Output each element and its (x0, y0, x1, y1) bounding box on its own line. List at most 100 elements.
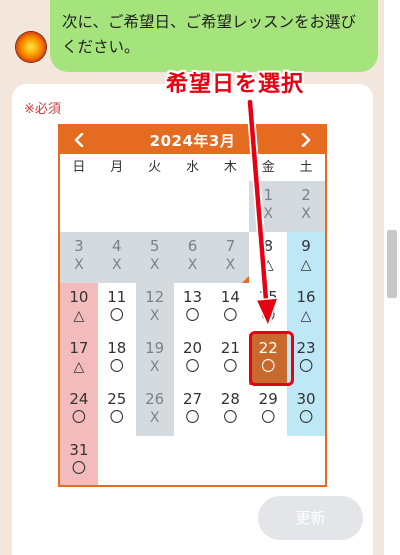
calendar-day-2: 2X (287, 181, 325, 232)
calendar-day-10[interactable]: 10 △ (60, 283, 98, 334)
calendar-empty-cell (287, 436, 325, 485)
day-number: 20 (182, 339, 203, 357)
availability-mark: X (74, 257, 84, 273)
availability-mark: X (187, 257, 198, 273)
calendar-empty-cell (97, 181, 136, 232)
day-number: 29 (258, 390, 278, 408)
day-number: 14 (220, 288, 240, 306)
availability-mark: 〇 (261, 410, 276, 426)
weekday-row: 日 月 火 水 木 金 土 (60, 154, 325, 181)
calendar-day-30[interactable]: 30 〇 (287, 385, 325, 436)
calendar-day-28[interactable]: 28 〇 (211, 385, 250, 436)
calendar-day-12: 12 X (135, 283, 174, 334)
next-month-button[interactable] (295, 129, 317, 151)
calendar-day-26: 26 X (135, 385, 174, 436)
day-number: 3 (74, 237, 84, 255)
calendar-day-14[interactable]: 14 〇 (211, 283, 250, 334)
day-number: 30 (296, 390, 316, 408)
calendar-empty-cell (173, 181, 212, 232)
prev-month-button[interactable] (68, 129, 90, 151)
calendar-day-13[interactable]: 13 〇 (173, 283, 212, 334)
availability-mark: X (149, 308, 160, 324)
availability-mark: 〇 (71, 410, 86, 426)
calendar-day-16[interactable]: 16 △ (287, 283, 325, 334)
availability-mark: X (149, 359, 160, 375)
weekday-thu: 木 (223, 160, 237, 175)
availability-mark: 〇 (185, 410, 200, 426)
calendar-empty-cell (135, 181, 174, 232)
calendar-day-25[interactable]: 25 〇 (97, 385, 136, 436)
day-number: 23 (296, 339, 316, 357)
availability-mark: 〇 (223, 308, 238, 324)
day-number: 13 (182, 288, 203, 306)
weekday-wed: 水 (185, 160, 199, 175)
day-number: 10 (69, 288, 89, 306)
availability-mark: △ (262, 257, 274, 273)
weekday-tue: 火 (148, 160, 162, 175)
calendar-day-5: 5X (135, 232, 174, 283)
calendar-day-22[interactable]: 22 〇 (249, 334, 288, 385)
day-number: 2 (301, 186, 311, 204)
availability-mark: △ (300, 257, 312, 273)
day-number: 25 (107, 390, 127, 408)
day-number: 19 (145, 339, 165, 357)
availability-mark: 〇 (299, 410, 314, 426)
availability-mark: X (149, 410, 160, 426)
day-number: 24 (69, 390, 89, 408)
calendar-day-9[interactable]: 9 △ (287, 232, 325, 283)
day-number: 27 (182, 390, 203, 408)
availability-mark: 〇 (71, 461, 86, 477)
day-number: 16 (296, 288, 316, 306)
calendar-empty-cell (211, 181, 250, 232)
calendar-header: 2024年3月 (60, 126, 325, 154)
calendar-day-24[interactable]: 24 〇 (60, 385, 98, 436)
calendar-empty-cell (60, 181, 98, 232)
calendar-day-31[interactable]: 31 〇 (60, 436, 98, 485)
availability-mark: 〇 (261, 308, 276, 324)
calendar-day-4: 4X (97, 232, 136, 283)
calendar-empty-cell (97, 436, 136, 485)
calendar-day-20[interactable]: 20 〇 (173, 334, 212, 385)
calendar-day-15[interactable]: 15 〇 (249, 283, 288, 334)
availability-mark: 〇 (299, 359, 314, 375)
day-number: 18 (107, 339, 127, 357)
availability-mark: 〇 (223, 359, 238, 375)
calendar-title: 2024年3月 (149, 131, 236, 150)
calendar-day-27[interactable]: 27 〇 (173, 385, 212, 436)
calendar-day-21[interactable]: 21 〇 (211, 334, 250, 385)
availability-mark: X (263, 206, 273, 222)
calendar: 2024年3月 日 月 火 水 木 金 土 1 X 2 X 3 X 4 X 5 X 6 X 7 X 8 △ 9 △… (58, 124, 327, 487)
day-number: 21 (220, 339, 240, 357)
calendar-empty-cell (211, 436, 250, 485)
calendar-empty-cell (135, 436, 174, 485)
calendar-day-29[interactable]: 29 〇 (249, 385, 288, 436)
availability-mark: X (149, 257, 160, 273)
availability-mark: 〇 (109, 410, 124, 426)
day-number: 4 (112, 237, 122, 255)
availability-mark: X (225, 257, 236, 273)
chevron-right-icon (301, 133, 311, 147)
calendar-day-18[interactable]: 18 〇 (97, 334, 136, 385)
availability-mark: X (301, 206, 311, 222)
day-number: 15 (258, 288, 278, 306)
day-number: 6 (187, 237, 198, 255)
availability-mark: 〇 (109, 308, 124, 324)
calendar-day-6: 6X (173, 232, 212, 283)
availability-mark: △ (73, 359, 85, 375)
required-label: ※必須 (24, 102, 61, 117)
update-button[interactable]: 更新 (258, 496, 363, 540)
calendar-day-17[interactable]: 17 △ (60, 334, 98, 385)
day-number: 12 (145, 288, 165, 306)
availability-mark: X (111, 257, 122, 273)
calendar-day-8[interactable]: 8 △ (249, 232, 288, 283)
scrollbar-thumb[interactable] (387, 230, 397, 298)
availability-mark: 〇 (185, 359, 200, 375)
weekday-fri: 金 (261, 160, 275, 175)
calendar-day-19: 19 X (135, 334, 174, 385)
calendar-day-23[interactable]: 23 〇 (287, 334, 325, 385)
weekday-sun: 日 (72, 160, 86, 175)
calendar-day-11[interactable]: 11 〇 (97, 283, 136, 334)
weekday-mon: 月 (110, 160, 124, 175)
availability-mark: 〇 (185, 308, 200, 324)
day-number: 8 (263, 237, 273, 255)
